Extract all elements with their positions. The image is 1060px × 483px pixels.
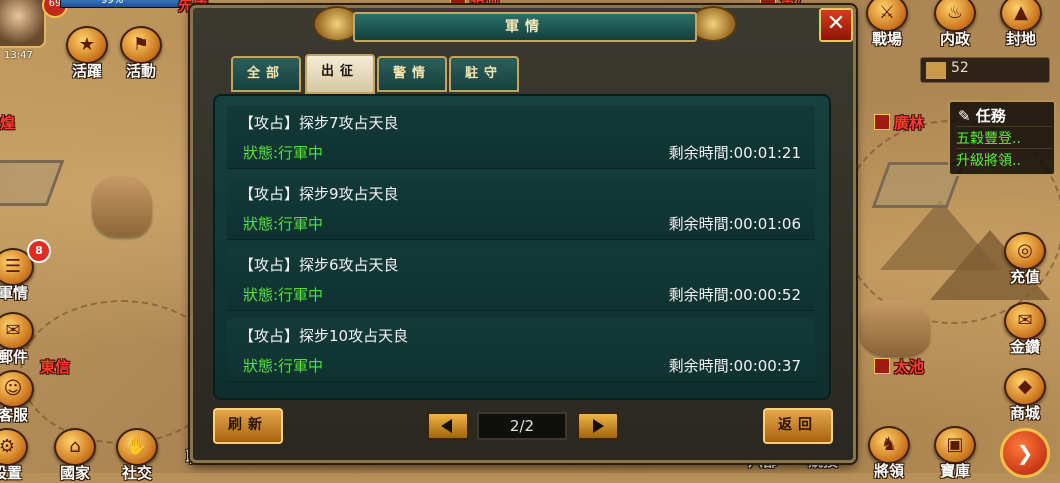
envelope-icon: ✉ — [1004, 302, 1046, 340]
fief-button[interactable]: ▲ 封地 — [1000, 0, 1042, 49]
map-fort — [0, 160, 65, 206]
military-intel-dialog: 軍情 ✕ 全部 出征 警情 駐守 【攻占】探步7攻占天良 狀態:行軍中 剩余時間… — [190, 5, 856, 463]
treasure-icon: ▣ — [934, 426, 976, 464]
back-button[interactable]: 返回 — [763, 408, 833, 444]
march-list: 【攻占】探步7攻占天良 狀態:行軍中 剩余時間:00:01:21 【攻占】探步9… — [213, 94, 831, 400]
building-icon — [925, 61, 947, 80]
flag-icon — [874, 114, 890, 130]
nation-button[interactable]: ⌂ 國家 — [54, 428, 96, 483]
list-item[interactable]: 【攻占】探步10攻占天良 狀態:行軍中 剩余時間:00:00:37 — [227, 319, 815, 382]
close-icon: ✕ — [826, 11, 846, 36]
task-panel[interactable]: ✎ 任務 五穀豐登.. 升級將領.. — [948, 100, 1056, 176]
gold-ingot-icon: ◆ — [1004, 368, 1046, 406]
tab-all[interactable]: 全部 — [231, 56, 301, 92]
player-avatar[interactable] — [0, 0, 46, 48]
general-icon: ♞ — [868, 426, 910, 464]
close-button[interactable]: ✕ — [819, 8, 853, 42]
list-item[interactable]: 【攻占】探步9攻占天良 狀態:行軍中 剩余時間:00:01:06 — [227, 177, 815, 240]
dialog-title: 軍情 — [353, 12, 697, 42]
map-rock — [92, 176, 152, 236]
march-remaining-time: 剩余時間:00:00:37 — [668, 357, 801, 375]
tab-alerts[interactable]: 警情 — [377, 56, 447, 92]
march-title: 【攻占】探步9攻占天良 — [239, 185, 399, 203]
social-button[interactable]: ✋ 社交 — [116, 428, 158, 483]
city-tag-guanglin[interactable]: 廣林 — [874, 112, 924, 133]
march-status: 狀態:行軍中 — [243, 144, 324, 162]
recharge-button[interactable]: ◎ 充值 — [1004, 232, 1046, 287]
arrow-right-icon — [593, 419, 604, 433]
march-status: 狀態:行軍中 — [243, 215, 324, 233]
page-indicator: 2/2 — [477, 412, 567, 440]
task-title: ✎ 任務 — [958, 107, 1006, 125]
city-tag-huang[interactable]: 煌 — [0, 112, 15, 133]
march-status: 狀態:行軍中 — [243, 357, 324, 375]
prev-page-button[interactable] — [427, 412, 469, 440]
arrow-left-icon — [441, 419, 452, 433]
resource-stat: 52 — [920, 57, 1050, 83]
city-tag-dongxin[interactable]: 東信 — [40, 356, 70, 377]
shop-button[interactable]: ◆ 商城 — [1004, 368, 1046, 423]
coin-icon: ◎ — [1004, 232, 1046, 270]
mail-button[interactable]: ✉ 郵件 — [0, 312, 34, 367]
tab-garrison[interactable]: 駐守 — [449, 56, 519, 92]
battlefield-button[interactable]: ⚔ 戰場 — [866, 0, 908, 49]
events-button[interactable]: ⚑ 活動 — [120, 26, 162, 81]
march-remaining-time: 剩余時間:00:01:06 — [668, 215, 801, 233]
march-remaining-time: 剩余時間:00:00:52 — [668, 286, 801, 304]
headset-icon: ☺ — [0, 370, 34, 408]
arrow-icon: ❯ — [1016, 441, 1034, 465]
gear-icon: ⚙ — [0, 428, 28, 466]
march-title: 【攻占】探步7攻占天良 — [239, 114, 399, 132]
city-tag-taichi[interactable]: 太池 — [874, 356, 924, 377]
task-item[interactable]: 五穀豐登.. — [956, 126, 1052, 148]
march-remaining-time: 剩余時間:00:01:21 — [668, 144, 801, 162]
handshake-icon: ✋ — [116, 428, 158, 466]
internal-affairs-button[interactable]: ♨ 内政 — [934, 0, 976, 49]
flag-icon — [874, 358, 890, 374]
activity-button[interactable]: ★ 活躍 — [66, 26, 108, 81]
settings-button[interactable]: ⚙設置 — [0, 428, 28, 483]
resource-bar: 99% — [60, 0, 182, 8]
trophy-icon: ★ — [66, 26, 108, 64]
march-status: 狀態:行軍中 — [243, 286, 324, 304]
mail-icon: ✉ — [0, 312, 34, 350]
gold-diamond-button[interactable]: ✉ 金鑽 — [1004, 302, 1046, 357]
expand-menu-button[interactable]: ❯ — [1000, 428, 1050, 478]
customer-service-button[interactable]: ☺ 客服 — [0, 370, 34, 425]
map-rock — [860, 300, 930, 355]
list-item[interactable]: 【攻占】探步6攻占天良 狀態:行軍中 剩余時間:00:00:52 — [227, 248, 815, 311]
tab-outgoing[interactable]: 出征 — [305, 54, 375, 94]
march-title: 【攻占】探步6攻占天良 — [239, 256, 399, 274]
palace-icon: ⌂ — [54, 428, 96, 466]
notification-badge: 8 — [27, 239, 51, 263]
list-item[interactable]: 【攻占】探步7攻占天良 狀態:行軍中 剩余時間:00:01:21 — [227, 106, 815, 169]
refresh-button[interactable]: 刷新 — [213, 408, 283, 444]
clock-text: 13:47 — [4, 50, 33, 61]
next-page-button[interactable] — [577, 412, 619, 440]
task-item[interactable]: 升級將領.. — [956, 148, 1052, 170]
march-title: 【攻占】探步10攻占天良 — [239, 327, 409, 345]
flag-icon: ⚑ — [120, 26, 162, 64]
